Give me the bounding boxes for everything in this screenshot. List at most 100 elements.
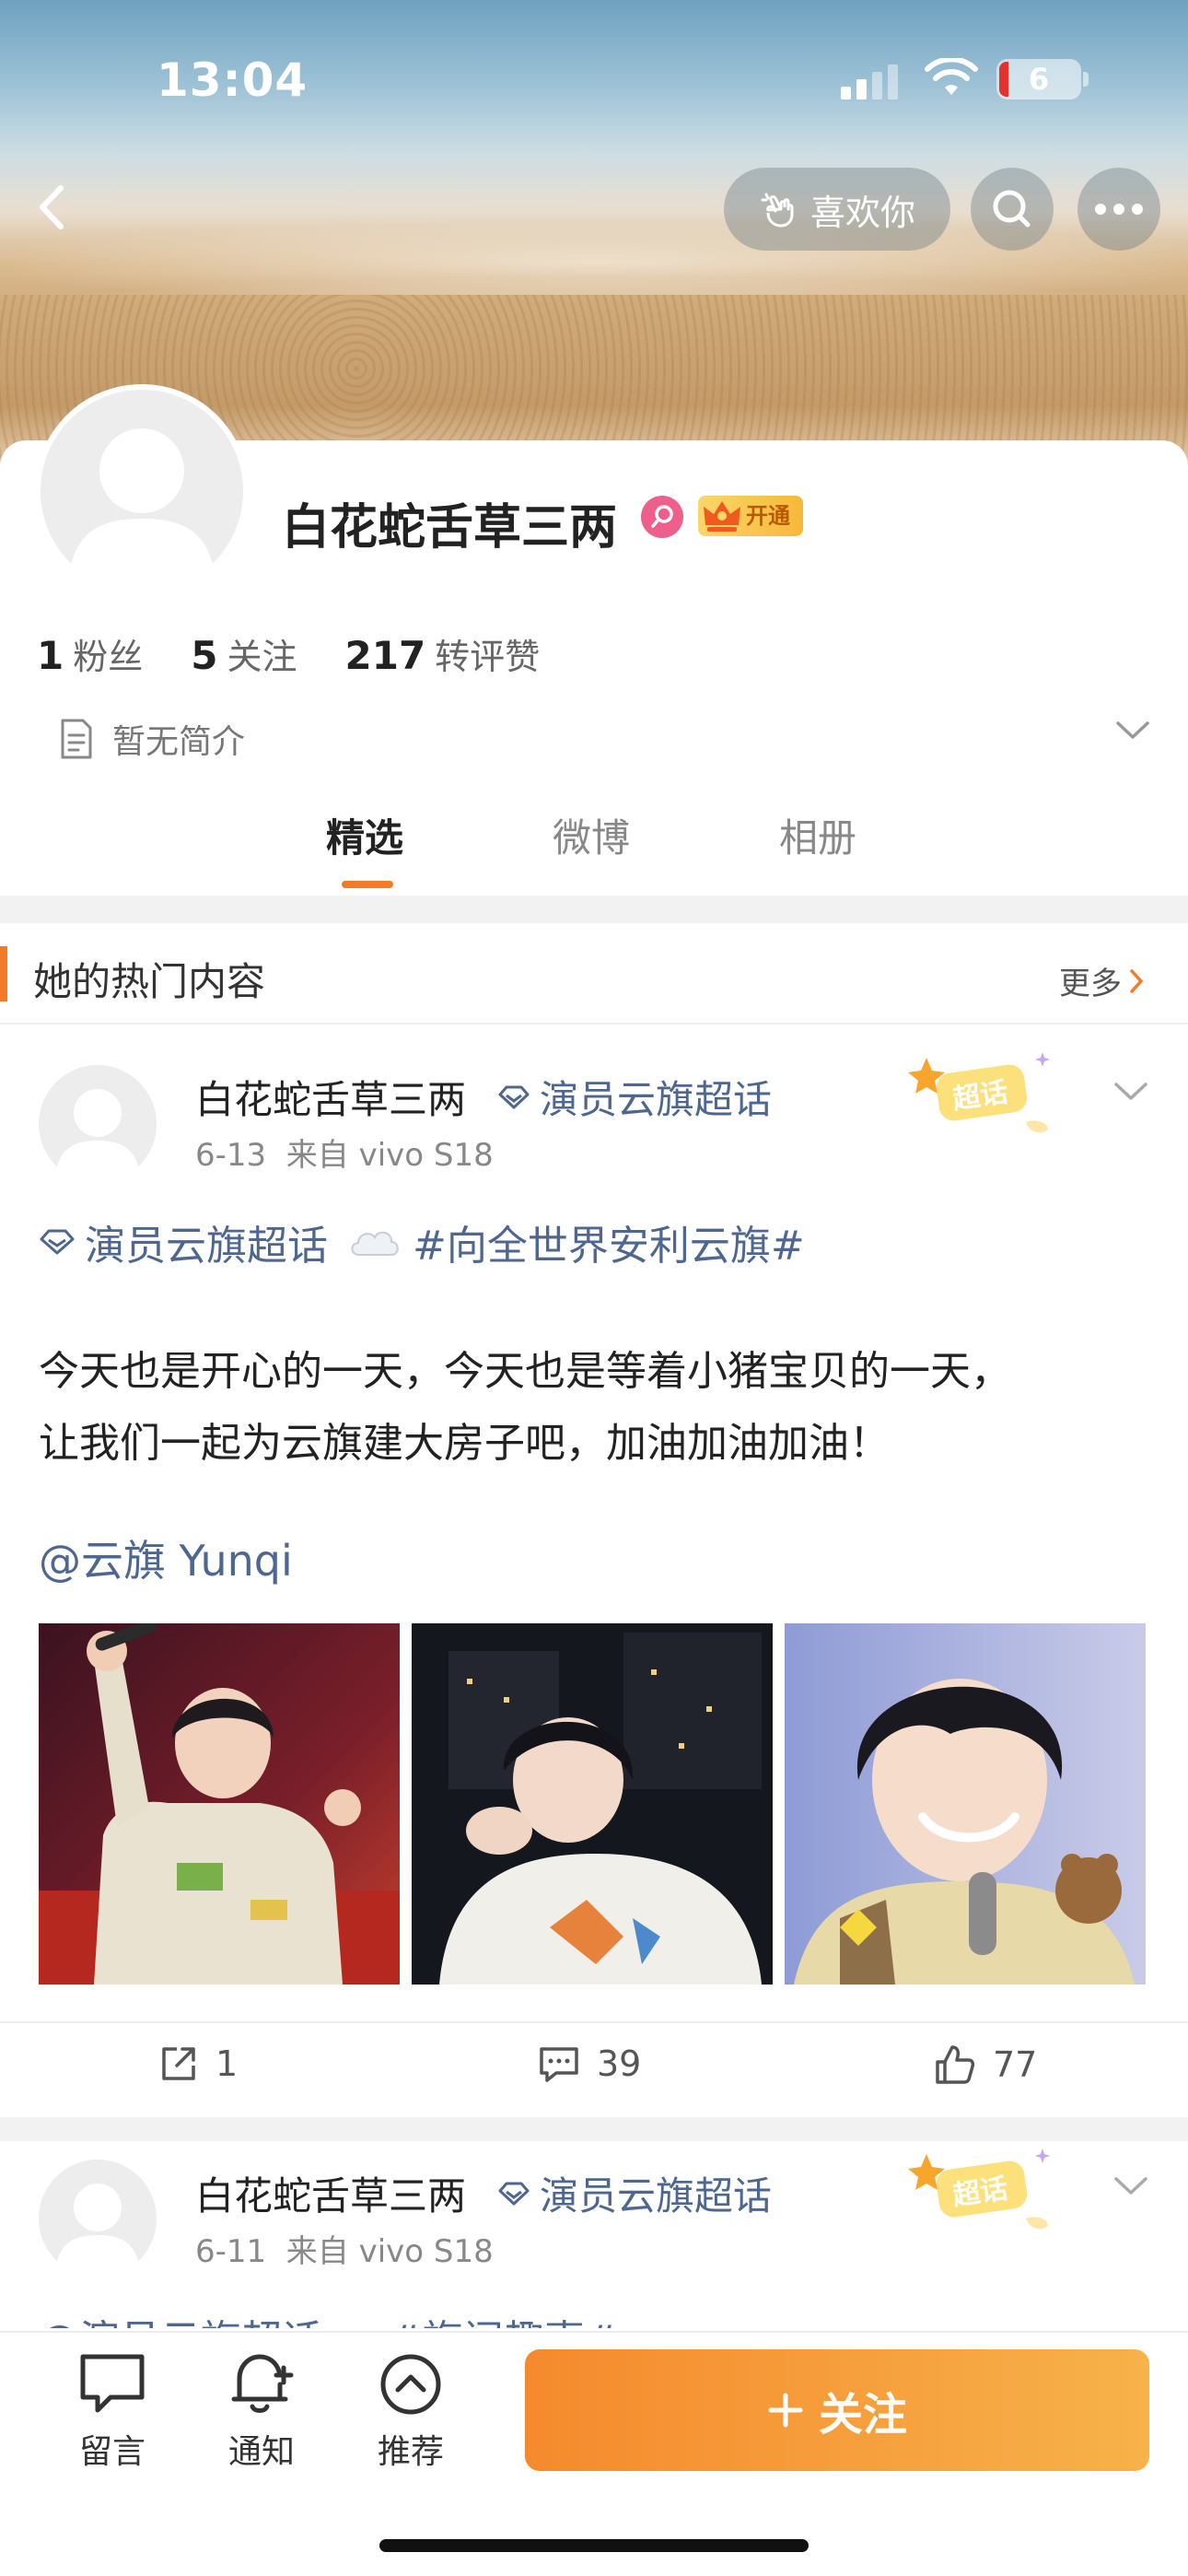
- back-button[interactable]: [20, 175, 85, 240]
- post-date: 6-11: [195, 2233, 267, 2270]
- post-actions: 1 39 77: [0, 2021, 1188, 2117]
- recommend-label: 推荐: [377, 2433, 444, 2471]
- repost-count: 1: [215, 2043, 239, 2084]
- finger-heart-icon: [761, 193, 794, 228]
- cloud-icon: [351, 1231, 399, 1256]
- like-count: 77: [993, 2044, 1038, 2085]
- thumbs-up-icon: [936, 2045, 975, 2084]
- post-author-name[interactable]: 白花蛇舌草三两: [195, 2165, 466, 2221]
- more-link[interactable]: 更多: [1059, 958, 1146, 1003]
- notify-button[interactable]: 通知: [206, 2351, 317, 2473]
- message-label: 留言: [78, 2433, 146, 2471]
- stat-interactions[interactable]: 217 转评赞: [345, 628, 541, 679]
- post-author-avatar[interactable]: [39, 1065, 157, 1183]
- diamond-icon: [498, 1085, 530, 1108]
- followers-count: 1: [37, 633, 64, 678]
- post-meta: 6-13 来自 vivo S18: [195, 1130, 494, 1175]
- post-options-chevron-icon[interactable]: [1112, 2174, 1149, 2198]
- post-topic-label: 演员云旗超话: [540, 1077, 773, 1122]
- plus-icon: [768, 2393, 803, 2428]
- comment-count: 39: [597, 2043, 642, 2084]
- repost-button[interactable]: 1: [158, 2043, 238, 2084]
- section-divider: [0, 896, 1188, 923]
- chevron-right-icon: [1130, 968, 1143, 993]
- tab-album[interactable]: 相册: [779, 807, 856, 863]
- more-dots-icon: [1095, 204, 1143, 215]
- tab-active-indicator: [342, 881, 393, 888]
- post-options-chevron-icon[interactable]: [1112, 1080, 1149, 1104]
- diamond-icon: [498, 2182, 530, 2205]
- notify-label: 通知: [227, 2433, 295, 2471]
- post-divider: [0, 2117, 1188, 2141]
- profile-bio[interactable]: 暂无简介: [59, 715, 245, 763]
- comment-button[interactable]: 39: [538, 2043, 641, 2084]
- diamond-icon: [40, 1229, 75, 1255]
- crown-icon: [704, 501, 740, 532]
- follow-label: 关注: [818, 2389, 907, 2441]
- tab-weibo[interactable]: 微博: [553, 807, 630, 863]
- chevron-down-icon[interactable]: [1114, 719, 1151, 743]
- post-date: 6-13: [195, 1137, 267, 1174]
- post-body-text: 今天也是开心的一天，今天也是等着小猪宝贝的一天， 让我们一起为云旗建大房子吧，加…: [39, 1336, 1162, 1480]
- home-indicator: [379, 2539, 809, 2552]
- more-button[interactable]: [1077, 168, 1160, 251]
- hashtag-super-topic[interactable]: 演员云旗超话: [85, 1212, 328, 1271]
- default-avatar-icon: [55, 2184, 140, 2277]
- fan-badge-icon[interactable]: [641, 496, 683, 538]
- profile-avatar[interactable]: [35, 384, 249, 598]
- search-icon: [993, 190, 1031, 228]
- document-icon: [61, 719, 92, 759]
- profile-stats: 1 粉丝 5 关注 217 转评赞: [37, 628, 540, 679]
- section-accent-bar: [0, 946, 7, 1001]
- post-meta: 6-11 来自 vivo S18: [195, 2226, 494, 2271]
- post-photo-2[interactable]: [412, 1623, 773, 1985]
- bio-text: 暂无简介: [112, 723, 246, 761]
- following-label: 关注: [227, 637, 297, 677]
- battery-cap: [1083, 72, 1089, 87]
- profile-name: 白花蛇舌草三两: [282, 500, 618, 556]
- interactions-count: 217: [344, 633, 426, 678]
- like-you-label: 喜欢你: [809, 192, 915, 233]
- following-count: 5: [191, 633, 218, 678]
- message-icon: [80, 2354, 145, 2413]
- post-source: 来自 vivo S18: [285, 1137, 494, 1174]
- recommend-button[interactable]: 推荐: [355, 2351, 466, 2473]
- default-avatar-icon: [68, 428, 215, 592]
- search-button[interactable]: [971, 168, 1054, 251]
- stat-followers[interactable]: 1 粉丝: [37, 628, 143, 679]
- hashtag-link[interactable]: #向全世界安利云旗#: [413, 1212, 805, 1271]
- follow-button[interactable]: 关注: [525, 2349, 1149, 2471]
- post-hashtags: 演员云旗超话 #向全世界安利云旗#: [39, 1212, 805, 1271]
- followers-label: 粉丝: [73, 637, 144, 677]
- super-topic-badge-icon[interactable]: 超话: [904, 1047, 1052, 1139]
- bell-plus-icon: [231, 2354, 294, 2413]
- vip-open-badge[interactable]: 开通: [698, 496, 803, 536]
- post-text-line: 今天也是开心的一天，今天也是等着小猪宝贝的一天，: [39, 1348, 1011, 1395]
- battery-indicator: 6: [996, 59, 1081, 100]
- like-button[interactable]: 77: [934, 2043, 1037, 2086]
- hot-content-header: 她的热门内容 更多: [0, 923, 1188, 1025]
- stat-following[interactable]: 5 关注: [191, 628, 297, 679]
- post-topic-link[interactable]: 演员云旗超话: [497, 2165, 772, 2221]
- message-button[interactable]: 留言: [57, 2351, 168, 2473]
- mention-link[interactable]: @云旗 Yunqi: [39, 1528, 293, 1588]
- post-topic-link[interactable]: 演员云旗超话: [497, 1069, 772, 1125]
- post-author-avatar[interactable]: [39, 2160, 157, 2277]
- vip-open-label: 开通: [746, 503, 790, 529]
- interactions-label: 转评赞: [435, 637, 541, 677]
- super-topic-badge-icon[interactable]: 超话: [904, 2143, 1052, 2235]
- chevron-up-circle-icon: [380, 2354, 441, 2415]
- post-photo-3[interactable]: [785, 1623, 1146, 1985]
- share-icon: [162, 2047, 195, 2080]
- post-photo-1[interactable]: [39, 1623, 400, 1985]
- like-you-button[interactable]: 喜欢你: [724, 168, 950, 251]
- post-topic-label: 演员云旗超话: [540, 2173, 773, 2219]
- more-label: 更多: [1059, 966, 1122, 1002]
- post-source: 来自 vivo S18: [285, 2233, 494, 2270]
- hot-content-title: 她的热门内容: [33, 959, 266, 1004]
- post-author-name[interactable]: 白花蛇舌草三两: [195, 1069, 466, 1125]
- status-time: 13:04: [157, 53, 309, 107]
- battery-level: 6: [1028, 62, 1050, 97]
- wifi-icon: [925, 58, 978, 95]
- tab-featured[interactable]: 精选: [326, 807, 403, 863]
